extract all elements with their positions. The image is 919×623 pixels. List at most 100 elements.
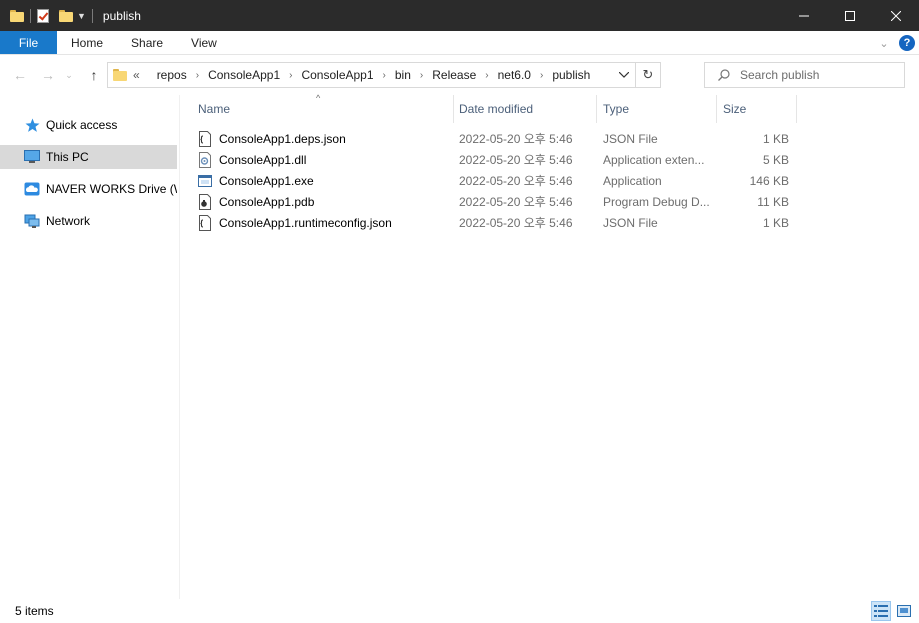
window-title: publish — [102, 8, 141, 23]
search-box[interactable] — [704, 62, 905, 88]
file-type: Program Debug D... — [603, 194, 710, 209]
chevron-right-icon[interactable]: › — [420, 70, 423, 81]
chevron-right-icon[interactable]: › — [485, 70, 488, 81]
column-header-label: Size — [723, 102, 747, 116]
chevron-right-icon[interactable]: › — [196, 70, 199, 81]
file-size: 1 KB — [762, 215, 789, 230]
chevron-right-icon[interactable]: › — [383, 70, 386, 81]
details-view-button[interactable] — [871, 601, 891, 621]
large-icons-view-icon — [897, 605, 911, 617]
recent-locations-button[interactable]: ⌄ — [62, 55, 76, 95]
address-bar[interactable]: « repos › ConsoleApp1 › ConsoleApp1 › bi… — [107, 62, 661, 88]
file-name: ConsoleApp1.exe — [219, 173, 314, 188]
file-row[interactable]: ConsoleApp1.pdb 2022-05-20 오후 5:46 Progr… — [191, 191, 791, 212]
computer-icon — [24, 149, 40, 165]
file-size: 5 KB — [762, 152, 789, 167]
maximize-button[interactable] — [827, 0, 873, 31]
nav-item-this-pc[interactable]: This PC — [0, 145, 177, 169]
file-size: 11 KB — [757, 194, 789, 209]
ribbon-controls: ⌄ ? — [873, 31, 915, 55]
json-file-icon — [199, 214, 211, 231]
file-type: JSON File — [603, 131, 658, 146]
file-row[interactable]: ConsoleApp1.runtimeconfig.json 2022-05-2… — [191, 212, 791, 233]
nav-item-quick-access[interactable]: Quick access — [0, 113, 177, 137]
quick-access-toolbar: ▼ — [0, 0, 99, 31]
refresh-icon: ↻ — [642, 67, 654, 82]
help-icon[interactable]: ? — [899, 35, 915, 51]
column-header-name[interactable]: Name — [192, 95, 454, 123]
file-row[interactable]: ConsoleApp1.exe 2022-05-20 오후 5:46 Appli… — [191, 170, 791, 191]
file-row[interactable]: ConsoleApp1.dll 2022-05-20 오후 5:46 Appli… — [191, 149, 791, 170]
file-type: JSON File — [603, 215, 658, 230]
chevron-down-icon: ⌄ — [65, 69, 73, 80]
address-row: ← → ⌄ ↑ « repos › ConsoleApp1 › ConsoleA… — [0, 55, 919, 95]
exe-file-icon — [198, 174, 212, 187]
back-button[interactable]: ← — [9, 55, 31, 95]
toolbar-separator — [91, 8, 93, 23]
nav-item-naver-works-drive[interactable]: NAVER WORKS Drive (W:) — [0, 177, 177, 201]
column-header-type[interactable]: Type — [597, 95, 717, 123]
column-header-date-modified[interactable]: Date modified — [453, 95, 597, 123]
up-button[interactable]: ↑ — [83, 55, 105, 95]
breadcrumb-overflow[interactable]: « — [133, 68, 140, 82]
pdb-file-icon — [199, 193, 211, 210]
cloud-drive-icon — [24, 181, 40, 197]
close-icon — [891, 10, 901, 21]
file-date: 2022-05-20 오후 5:46 — [459, 153, 573, 167]
breadcrumb-repos[interactable]: repos — [157, 68, 187, 82]
customize-toolbar-icon[interactable]: ▼ — [77, 11, 86, 21]
star-icon — [24, 117, 40, 133]
tab-file[interactable]: File — [0, 31, 57, 54]
column-header-label: Type — [603, 102, 630, 116]
nav-item-label: Network — [46, 214, 91, 228]
file-type: Application exten... — [603, 152, 705, 167]
close-button[interactable] — [873, 0, 919, 31]
title-bar: ▼ publish — [0, 0, 919, 31]
search-icon — [718, 69, 730, 81]
back-arrow-icon: ← — [13, 67, 27, 83]
nav-item-network[interactable]: Network — [0, 209, 177, 233]
chevron-right-icon[interactable]: › — [289, 70, 292, 81]
file-type: Application — [603, 173, 662, 188]
column-header-label: Name — [198, 102, 231, 116]
breadcrumb-release[interactable]: Release — [432, 68, 476, 82]
breadcrumb-net6[interactable]: net6.0 — [498, 68, 531, 82]
network-icon — [24, 213, 40, 229]
column-header-size[interactable]: Size — [717, 95, 797, 123]
nav-item-label: Quick access — [46, 118, 118, 132]
json-file-icon — [199, 130, 211, 147]
file-row[interactable]: ConsoleApp1.deps.json 2022-05-20 오후 5:46… — [191, 128, 791, 149]
folder-icon — [113, 69, 127, 81]
breadcrumb-publish[interactable]: publish — [552, 68, 590, 82]
nav-item-label: This PC — [46, 150, 89, 164]
tab-view[interactable]: View — [177, 31, 231, 54]
nav-item-label: NAVER WORKS Drive (W:) — [46, 182, 177, 196]
file-date: 2022-05-20 오후 5:46 — [459, 174, 573, 188]
minimize-icon — [799, 15, 809, 16]
column-header-label: Date modified — [459, 102, 534, 116]
item-count: 5 items — [15, 604, 54, 618]
breadcrumb-consoleapp1[interactable]: ConsoleApp1 — [208, 68, 280, 82]
chevron-right-icon[interactable]: › — [540, 70, 543, 81]
forward-button[interactable]: → — [37, 55, 59, 95]
search-input[interactable] — [740, 68, 880, 82]
breadcrumb-bin[interactable]: bin — [395, 68, 411, 82]
file-date: 2022-05-20 오후 5:46 — [459, 132, 573, 146]
maximize-icon — [845, 10, 855, 21]
tab-home[interactable]: Home — [57, 31, 117, 54]
tab-share[interactable]: Share — [117, 31, 177, 54]
file-name: ConsoleApp1.deps.json — [219, 131, 346, 146]
minimize-button[interactable] — [781, 0, 827, 31]
properties-icon[interactable] — [37, 8, 49, 23]
new-folder-icon[interactable] — [59, 9, 73, 22]
file-name: ConsoleApp1.runtimeconfig.json — [219, 215, 392, 230]
large-icons-view-button[interactable] — [894, 601, 914, 621]
refresh-button[interactable]: ↻ — [635, 63, 660, 87]
breadcrumb-consoleapp1-inner[interactable]: ConsoleApp1 — [301, 68, 373, 82]
status-bar: 5 items — [0, 599, 919, 623]
forward-arrow-icon: → — [41, 67, 55, 83]
details-view-icon — [874, 605, 888, 617]
file-name: ConsoleApp1.dll — [219, 152, 307, 167]
address-history-button[interactable] — [614, 63, 634, 87]
expand-ribbon-icon[interactable]: ⌄ — [873, 37, 895, 50]
